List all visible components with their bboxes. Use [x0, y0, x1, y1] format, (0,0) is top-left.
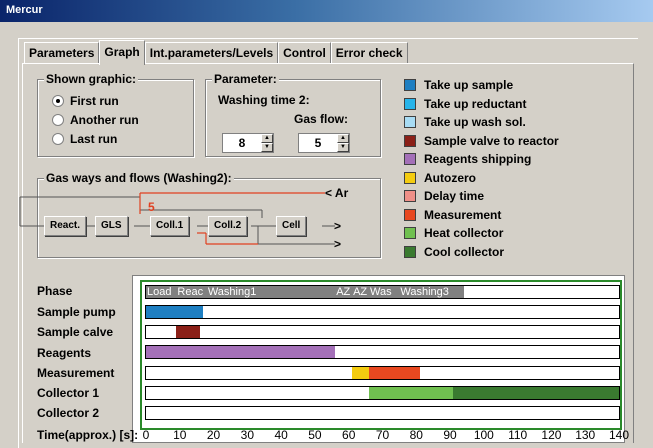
heat-collector-bar [368, 387, 454, 399]
time-axis-label: Time(approx.) [s]: [37, 428, 139, 442]
time-tick-label: 50 [308, 428, 322, 442]
time-tick-label: 110 [508, 428, 528, 442]
sample-pump-bar [146, 306, 204, 318]
flow-value: 5 [148, 200, 155, 214]
time-tick-label: 40 [274, 428, 288, 442]
row-label-reagents: Reagents [37, 346, 92, 360]
time-tick-label: 20 [206, 428, 221, 442]
phase-label: AZ [353, 286, 368, 298]
sample-calve-track [145, 325, 620, 339]
reagents-track [145, 345, 620, 359]
time-tick-label: 70 [375, 428, 390, 442]
flow-box-react: React. [44, 216, 87, 236]
sample-calve-bar [176, 326, 201, 338]
flow-box-gls: GLS [95, 216, 128, 236]
reagents-bar [146, 346, 336, 358]
phase-label: Reac [177, 286, 204, 298]
autozero-bar [352, 367, 369, 379]
time-tick-label: 100 [473, 428, 494, 442]
row-label-collector-2: Collector 2 [37, 406, 100, 420]
time-tick-label: 60 [342, 428, 356, 442]
time-tick-label: 130 [575, 428, 596, 442]
time-tick-label: 140 [608, 428, 630, 442]
flow-box-cell: Cell [276, 216, 307, 236]
phase-label: Was [369, 286, 392, 298]
time-tick-label: 30 [240, 428, 255, 442]
phase-track: Load Reac Washing1 AZ AZ Was Washing3 [145, 285, 620, 299]
row-label-collector-1: Collector 1 [37, 386, 100, 400]
row-label-phase: Phase [37, 284, 73, 298]
time-tick-label: 120 [541, 428, 562, 442]
sample-pump-track [145, 305, 620, 319]
phase-label: Washing1 [207, 286, 257, 298]
collector-1-track [145, 386, 620, 400]
time-tick-label: 80 [409, 428, 423, 442]
argon-inlet-label: < Ar [325, 186, 349, 200]
tab-graph[interactable]: Graph [99, 40, 145, 65]
flow-box-coll2: Coll.2 [208, 216, 248, 236]
collector-2-track [145, 406, 620, 420]
measurement-track [145, 366, 620, 380]
outlet-arrow-2: > [334, 237, 342, 251]
time-tick-label: 10 [173, 428, 187, 442]
row-label-measurement: Measurement [37, 366, 115, 380]
time-tick-label: 0 [142, 428, 150, 442]
flow-box-coll1: Coll.1 [150, 216, 190, 236]
row-label-sample-calve: Sample calve [37, 325, 114, 339]
row-label-sample-pump: Sample pump [37, 305, 116, 319]
phase-label: Load [147, 286, 172, 298]
cool-collector-bar [453, 387, 619, 399]
measurement-bar [368, 367, 420, 379]
time-tick-label: 90 [443, 428, 457, 442]
phase-label: Washing3 [400, 286, 449, 298]
phase-label: AZ [336, 286, 351, 298]
outlet-arrow-1: > [334, 219, 342, 233]
